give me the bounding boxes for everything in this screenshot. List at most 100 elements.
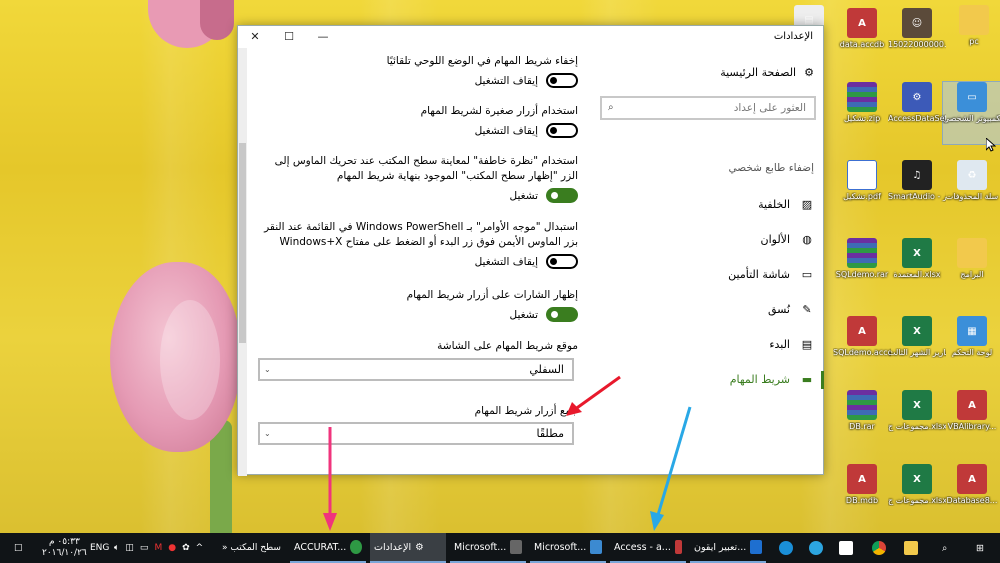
powershell-toggle[interactable] [546,254,578,269]
gear-icon: ⚙ [415,541,424,553]
nav-item-lock-screen[interactable]: ▭ شاشة التأمين [598,268,814,281]
app-tray-icon[interactable]: ✿ [182,543,190,553]
store-icon[interactable] [835,533,857,563]
antivirus-icon[interactable]: ● [168,543,176,553]
chrome-icon[interactable] [868,533,890,563]
desktop-icon-zip[interactable]: تشكيل.zip [833,82,891,124]
computer-icon: ▭ [957,82,987,112]
small-buttons-toggle[interactable] [546,123,578,138]
skype-icon[interactable] [775,533,797,563]
scrollbar-thumb[interactable] [239,143,246,343]
access-file-icon: A [847,8,877,38]
desktop-icon-vbalibrary[interactable]: A VBAlibrary... [943,390,1000,432]
search-icon[interactable]: ⌕ [938,533,951,563]
language-indicator[interactable]: ENG [90,533,109,563]
desktop-icon-pdf[interactable]: pdf تشكيل.pdf [833,160,891,202]
desktop-icon-db-mdb[interactable]: A DB.mdb [833,464,891,506]
access-file-icon: A [957,464,987,494]
palette-icon: ◍ [802,233,812,246]
dropdown-value: السفلي [529,363,564,376]
windows-taskbar: ☐ ٠٥:٣٣ م ٢٠١٦/١٠/٢٦ ENG 🔈︎ ◫ ▭ M ● ✿ ^ … [0,533,1000,563]
desktop-icon-this-pc[interactable]: ▭ هذا الكمبيوتر الشخصي [942,81,1000,145]
taskbar-item-microsoft-1[interactable]: Microsoft... [450,533,526,563]
desktop-icon-groups-xlsx[interactable]: X مجموعات ج.xlsx [888,390,946,432]
start-button[interactable]: ⊞ [972,533,988,563]
option-powershell: استبدال "موجه الأوامر" بـ Windows PowerS… [258,220,578,269]
gmail-icon[interactable]: M [154,543,162,553]
toggle-state-label: إيقاف التشغيل [474,124,538,137]
battery-icon[interactable]: ▭ [140,543,149,553]
desktop-icon-pc-folder[interactable]: pc [945,5,1000,47]
maximize-button[interactable]: ☐ [274,28,304,46]
folder-icon [959,5,989,35]
nav-item-background[interactable]: ▨ الخلفية [598,198,814,211]
nav-item-themes[interactable]: ✎ نُسق [598,303,814,316]
wallpaper-tulip [200,0,234,40]
taskbar-location-dropdown[interactable]: السفلي ⌄ [258,358,574,381]
taskbar-item-microsoft-2[interactable]: Microsoft... [530,533,606,563]
access-file-icon: A [957,390,987,420]
desktop-icon-smartaudio[interactable]: ♫ SmartAudio - اختصار [888,160,946,202]
app-icon [750,540,762,554]
desktop-icon-db-rar[interactable]: DB.rar [833,390,891,432]
clock[interactable]: ٠٥:٣٣ م ٢٠١٦/١٠/٢٦ [42,533,87,563]
desktop-icon-photo[interactable]: ☺ 15022000000... [888,8,946,50]
themes-icon: ✎ [802,303,812,316]
desktop-icon-accessdataset[interactable]: ⚙ AccessDataSet... [888,82,946,124]
minimize-button[interactable]: — [308,28,338,46]
home-link[interactable]: ⚙ الصفحة الرئيسية [720,66,814,79]
nav-item-taskbar[interactable]: ▬ شريط المهام [598,373,814,386]
desktop-toolbar[interactable]: » سطح المكتب [222,533,281,563]
archive-icon [847,238,877,268]
taskbar-settings-content: إخفاء شريط المهام في الوضع اللوحي تلقائي… [258,48,578,476]
desktop-icon-control-panel[interactable]: ▦ لوحة التحكم [943,316,1000,358]
combine-buttons-dropdown[interactable]: مطلقًا ⌄ [258,422,574,445]
nav-item-start[interactable]: ▤ البدء [598,338,814,351]
peek-toggle[interactable] [546,188,578,203]
desktop-icon-groups-xlsx-2[interactable]: X مجموعات ج.xlsx [888,464,946,506]
desktop-icon-sqldemo-accdb[interactable]: A SQLdemo.accdb [833,316,891,358]
section-heading: إضفاء طابع شخصي [728,162,814,174]
network-icon[interactable]: ◫ [125,543,134,553]
toggle-state-label: تشغيل [509,189,538,202]
scrollbar[interactable] [238,48,247,476]
notifications-icon[interactable]: ☐ [10,533,27,563]
chevron-down-icon: ⌄ [264,429,271,438]
desktop-icon-report-xlsx[interactable]: X تقارير الشهر الثالث.xlsx [888,316,946,358]
dropdown-value: مطلقًا [536,427,564,440]
desktop-icon-recycle-bin[interactable]: ♻ سلة المحذوفات [943,160,1000,202]
pink-annotation-arrow [323,427,337,531]
chevron-down-icon: ⌄ [264,365,271,374]
archive-icon [847,390,877,420]
desktop-icon-programs[interactable]: البرامج [943,238,1000,280]
taskbar-item-settings[interactable]: الإعدادات ⚙ [370,533,446,563]
chevron-up-icon[interactable]: ^ [196,543,204,553]
search-icon: ⌕ [608,102,614,113]
desktop-icon-database8[interactable]: A Database8... [943,464,1000,506]
desktop-icon-xlsx[interactable]: X المعتمدة.xlsx [888,238,946,280]
excel-file-icon: X [902,238,932,268]
close-button[interactable]: ✕ [240,28,270,46]
taskbar-item-browser[interactable]: تعبير ايقون... [690,533,766,563]
telegram-icon[interactable] [805,533,827,563]
taskbar-item-access[interactable]: Access - a... [610,533,686,563]
desktop-icon-data-accdb[interactable]: A data.accdb [833,8,891,50]
excel-file-icon: X [902,464,932,494]
active-indicator [821,371,824,389]
toggle-state-label: إيقاف التشغيل [474,74,538,87]
app-icon [590,540,602,554]
auto-hide-tablet-toggle[interactable] [546,73,578,88]
option-badges: إظهار الشارات على أزرار شريط المهام تشغي… [258,288,578,322]
desktop-icon-sqldemo-rar[interactable]: SQLdemo.rar [833,238,891,280]
window-title: الإعدادات [773,31,813,42]
settings-search-input[interactable]: العثور على إعداد ⌕ [600,96,816,120]
red-annotation-arrow [566,375,621,416]
nav-item-colors[interactable]: ◍ الألوان [598,233,814,246]
blue-annotation-arrow [650,406,692,531]
badges-toggle[interactable] [546,307,578,322]
file-explorer-icon[interactable] [900,533,922,563]
taskbar-item-accurate[interactable]: ACCURAT... [290,533,366,563]
settings-window: ✕ ☐ — الإعدادات إخفاء شريط المهام في الو… [237,25,824,476]
lock-screen-icon: ▭ [801,268,813,281]
volume-icon[interactable]: 🔈︎ [114,543,119,553]
